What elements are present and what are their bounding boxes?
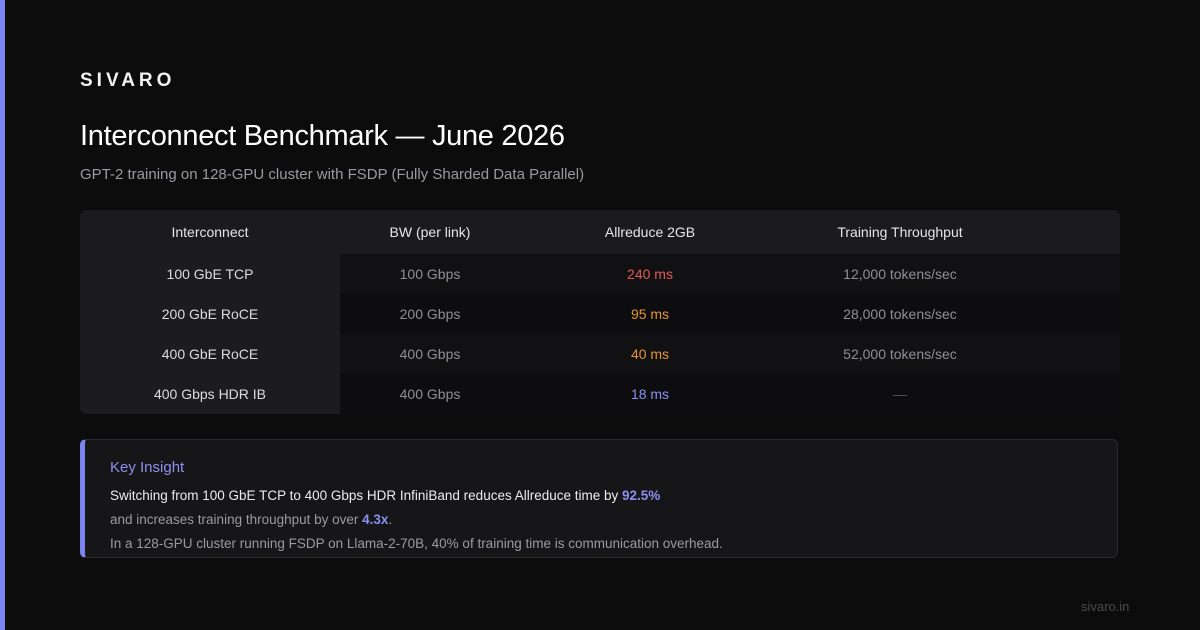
insight-line-2: and increases training throughput by ove… xyxy=(110,512,392,527)
benchmark-table: Interconnect BW (per link) Allreduce 2GB… xyxy=(80,210,1120,414)
cell-throughput: 52,000 tokens/sec xyxy=(843,346,957,362)
brand-logo: SIVARO xyxy=(80,70,176,91)
cell-interconnect: 200 GbE RoCE xyxy=(80,294,340,334)
page-title: Interconnect Benchmark — June 2026 xyxy=(80,120,565,152)
cell-throughput: 12,000 tokens/sec xyxy=(843,266,957,282)
page-subtitle: GPT-2 training on 128-GPU cluster with F… xyxy=(80,166,585,183)
insight-reduction-value: 92.5% xyxy=(622,488,661,503)
insight-line-1-text: Switching from 100 GbE TCP to 400 Gbps H… xyxy=(110,488,623,503)
header-allreduce: Allreduce 2GB xyxy=(604,224,696,240)
footer-domain: sivaro.in xyxy=(1081,599,1130,614)
cell-bandwidth: 100 Gbps xyxy=(399,266,461,282)
insight-title: Key Insight xyxy=(110,459,185,476)
accent-bar xyxy=(0,0,5,630)
table-row: 400 GbE RoCE 400 Gbps 40 ms 52,000 token… xyxy=(80,334,1120,374)
cell-allreduce: 40 ms xyxy=(630,346,670,362)
cell-interconnect: 400 GbE RoCE xyxy=(80,334,340,374)
insight-line-3: In a 128-GPU cluster running FSDP on Lla… xyxy=(110,536,723,551)
table-row: 200 GbE RoCE 200 Gbps 95 ms 28,000 token… xyxy=(80,294,1120,334)
cell-allreduce: 95 ms xyxy=(630,306,670,322)
insight-speedup-value: 4.3x xyxy=(362,512,389,527)
header-interconnect: Interconnect xyxy=(171,224,249,240)
cell-bandwidth: 200 Gbps xyxy=(399,306,461,322)
cell-bandwidth: 400 Gbps xyxy=(399,346,461,362)
cell-allreduce: 240 ms xyxy=(627,266,673,282)
cell-throughput: 28,000 tokens/sec xyxy=(843,306,957,322)
table-header-row: Interconnect BW (per link) Allreduce 2GB… xyxy=(80,210,1120,254)
cell-interconnect: 400 Gbps HDR IB xyxy=(80,374,340,414)
key-insight-card: Key Insight Switching from 100 GbE TCP t… xyxy=(80,439,1118,558)
header-bandwidth: BW (per link) xyxy=(389,224,471,240)
insight-line-2-end: . xyxy=(388,512,393,527)
insight-line-2-text: and increases training throughput by ove… xyxy=(110,512,363,527)
table-row: 100 GbE TCP 100 Gbps 240 ms 12,000 token… xyxy=(80,254,1120,294)
cell-throughput: — xyxy=(893,386,907,402)
header-throughput: Training Throughput xyxy=(837,224,963,240)
cell-bandwidth: 400 Gbps xyxy=(399,386,461,402)
table-body: 100 GbE TCP 100 Gbps 240 ms 12,000 token… xyxy=(80,254,1120,414)
cell-allreduce: 18 ms xyxy=(630,386,670,402)
insight-line-1: Switching from 100 GbE TCP to 400 Gbps H… xyxy=(110,488,660,503)
cell-interconnect: 100 GbE TCP xyxy=(80,254,340,294)
table-row: 400 Gbps HDR IB 400 Gbps 18 ms — xyxy=(80,374,1120,414)
